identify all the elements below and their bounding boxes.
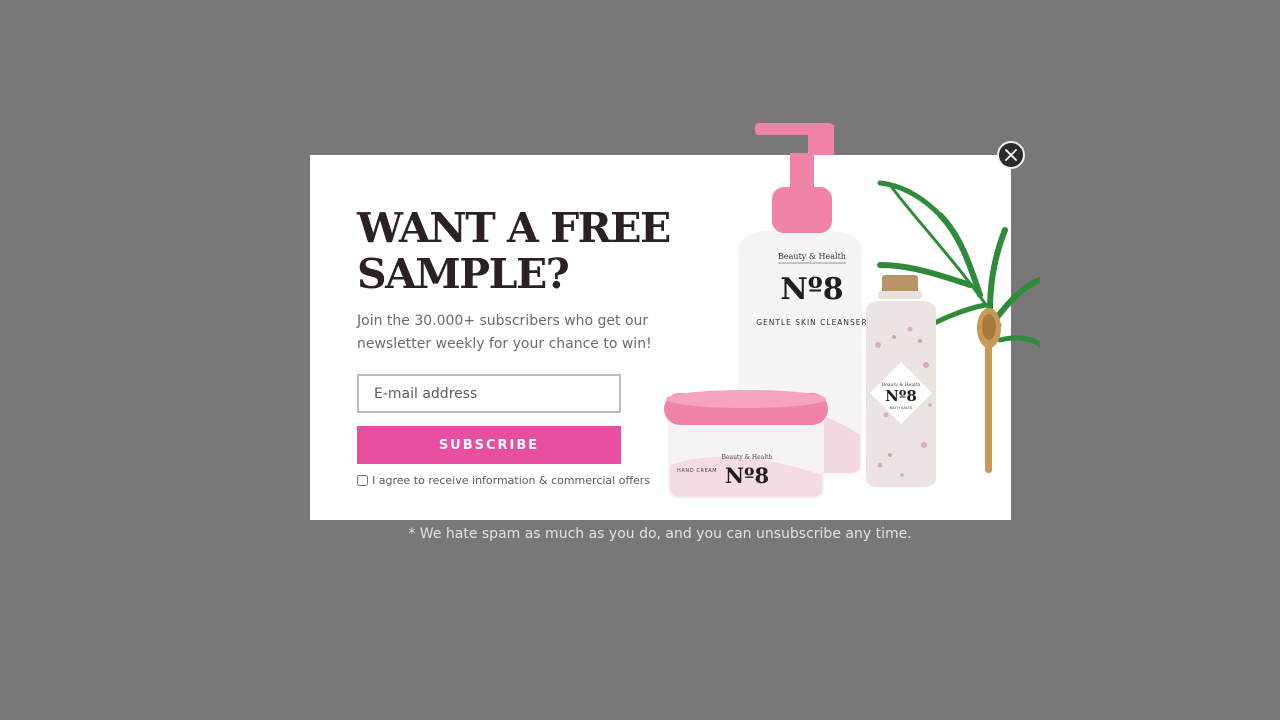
spam-disclaimer: * We hate spam as much as you do, and yo… [408,526,912,542]
newsletter-popup: WANT A FREE SAMPLE? Join the 30.000+ sub… [310,123,1040,520]
bottle-brand: Beauty & Health [778,252,846,261]
hand-cream-jar-image: Beauty & Health Nº8 HAND CREAM [664,390,828,499]
consent-label: I agree to receive information & commerc… [372,474,651,487]
close-button[interactable] [997,141,1025,169]
cream-number: Nº8 [725,463,769,488]
consent-checkbox[interactable] [357,475,368,486]
cleanser-bottle-image: Beauty & Health Nº8 GENTLE SKIN CLEANSER [738,123,868,475]
salts-label: BATH SALTS [890,405,913,410]
popup-headline: WANT A FREE SAMPLE? [357,204,671,298]
subscribe-button[interactable]: SUBSCRIBE [357,426,621,464]
salts-number: Nº8 [885,387,917,405]
palm-leaf-image [877,180,1040,348]
consent-row[interactable]: I agree to receive information & commerc… [357,474,650,487]
bottle-number: Nº8 [780,272,843,307]
bottle-label: GENTLE SKIN CLEANSER [756,318,868,327]
wooden-spoon-image [977,308,1001,473]
popup-subtitle: Join the 30.000+ subscribers who get our… [357,313,652,352]
product-image: Beauty & Health Nº8 GENTLE SKIN CLEANSER… [664,123,1040,499]
bath-salts-jar-image: Beauty & Health Nº8 BATH SALTS [866,275,936,487]
cream-label: HAND CREAM [677,468,717,474]
cream-brand: Beauty & Health [722,454,773,461]
salts-brand: Beauty & Health [882,382,920,388]
email-input[interactable] [357,374,621,413]
close-icon [1005,149,1017,161]
